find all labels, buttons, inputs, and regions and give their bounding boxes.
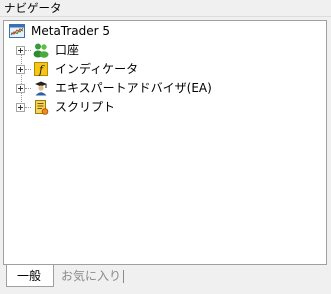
tree-node-scripts[interactable]: スクリプト bbox=[9, 99, 309, 117]
window-title: ナビゲータ bbox=[4, 1, 62, 15]
tab-label: 一般 bbox=[17, 269, 42, 283]
tree-node-label: インディケータ bbox=[55, 62, 139, 76]
expand-icon[interactable] bbox=[16, 46, 25, 55]
tree-connector bbox=[25, 88, 31, 89]
tab-favorites[interactable]: お気に入り bbox=[55, 265, 127, 287]
indicator-icon: f bbox=[33, 61, 49, 77]
expert-advisor-icon bbox=[33, 80, 49, 96]
tree-node-accounts[interactable]: 口座 bbox=[9, 42, 309, 60]
tree-node-label: エキスパートアドバイザ(EA) bbox=[55, 81, 212, 95]
tree: MetaTrader 5 口座 f インディケータ エキスパートアドバイザ(EA… bbox=[9, 23, 319, 123]
navigator-tabs: 一般 お気に入り bbox=[3, 265, 327, 290]
tree-connector bbox=[25, 50, 31, 51]
expand-icon[interactable] bbox=[16, 103, 25, 112]
terminal-icon bbox=[9, 23, 25, 39]
navigator-window: ナビゲータ MetaTrader 5 口座 f インディケータ エキスパートアド… bbox=[0, 0, 331, 294]
tree-connector bbox=[25, 69, 31, 70]
tab-general[interactable]: 一般 bbox=[6, 265, 54, 287]
tree-root-node[interactable]: MetaTrader 5 bbox=[9, 23, 209, 41]
tree-node-expert-advisors[interactable]: エキスパートアドバイザ(EA) bbox=[9, 80, 309, 98]
tree-node-label: 口座 bbox=[55, 43, 80, 57]
window-titlebar[interactable]: ナビゲータ bbox=[0, 0, 331, 17]
navigator-tree-panel: MetaTrader 5 口座 f インディケータ エキスパートアドバイザ(EA… bbox=[3, 20, 327, 265]
tab-label: お気に入り bbox=[61, 269, 122, 283]
tab-divider bbox=[123, 270, 124, 283]
tree-node-label: スクリプト bbox=[55, 100, 116, 114]
tree-connector bbox=[25, 107, 31, 108]
expand-icon[interactable] bbox=[16, 84, 25, 93]
expand-icon[interactable] bbox=[16, 65, 25, 74]
script-icon bbox=[33, 99, 49, 115]
tree-root-label: MetaTrader 5 bbox=[31, 24, 111, 38]
accounts-icon bbox=[33, 42, 49, 58]
tree-node-indicators[interactable]: f インディケータ bbox=[9, 61, 309, 79]
